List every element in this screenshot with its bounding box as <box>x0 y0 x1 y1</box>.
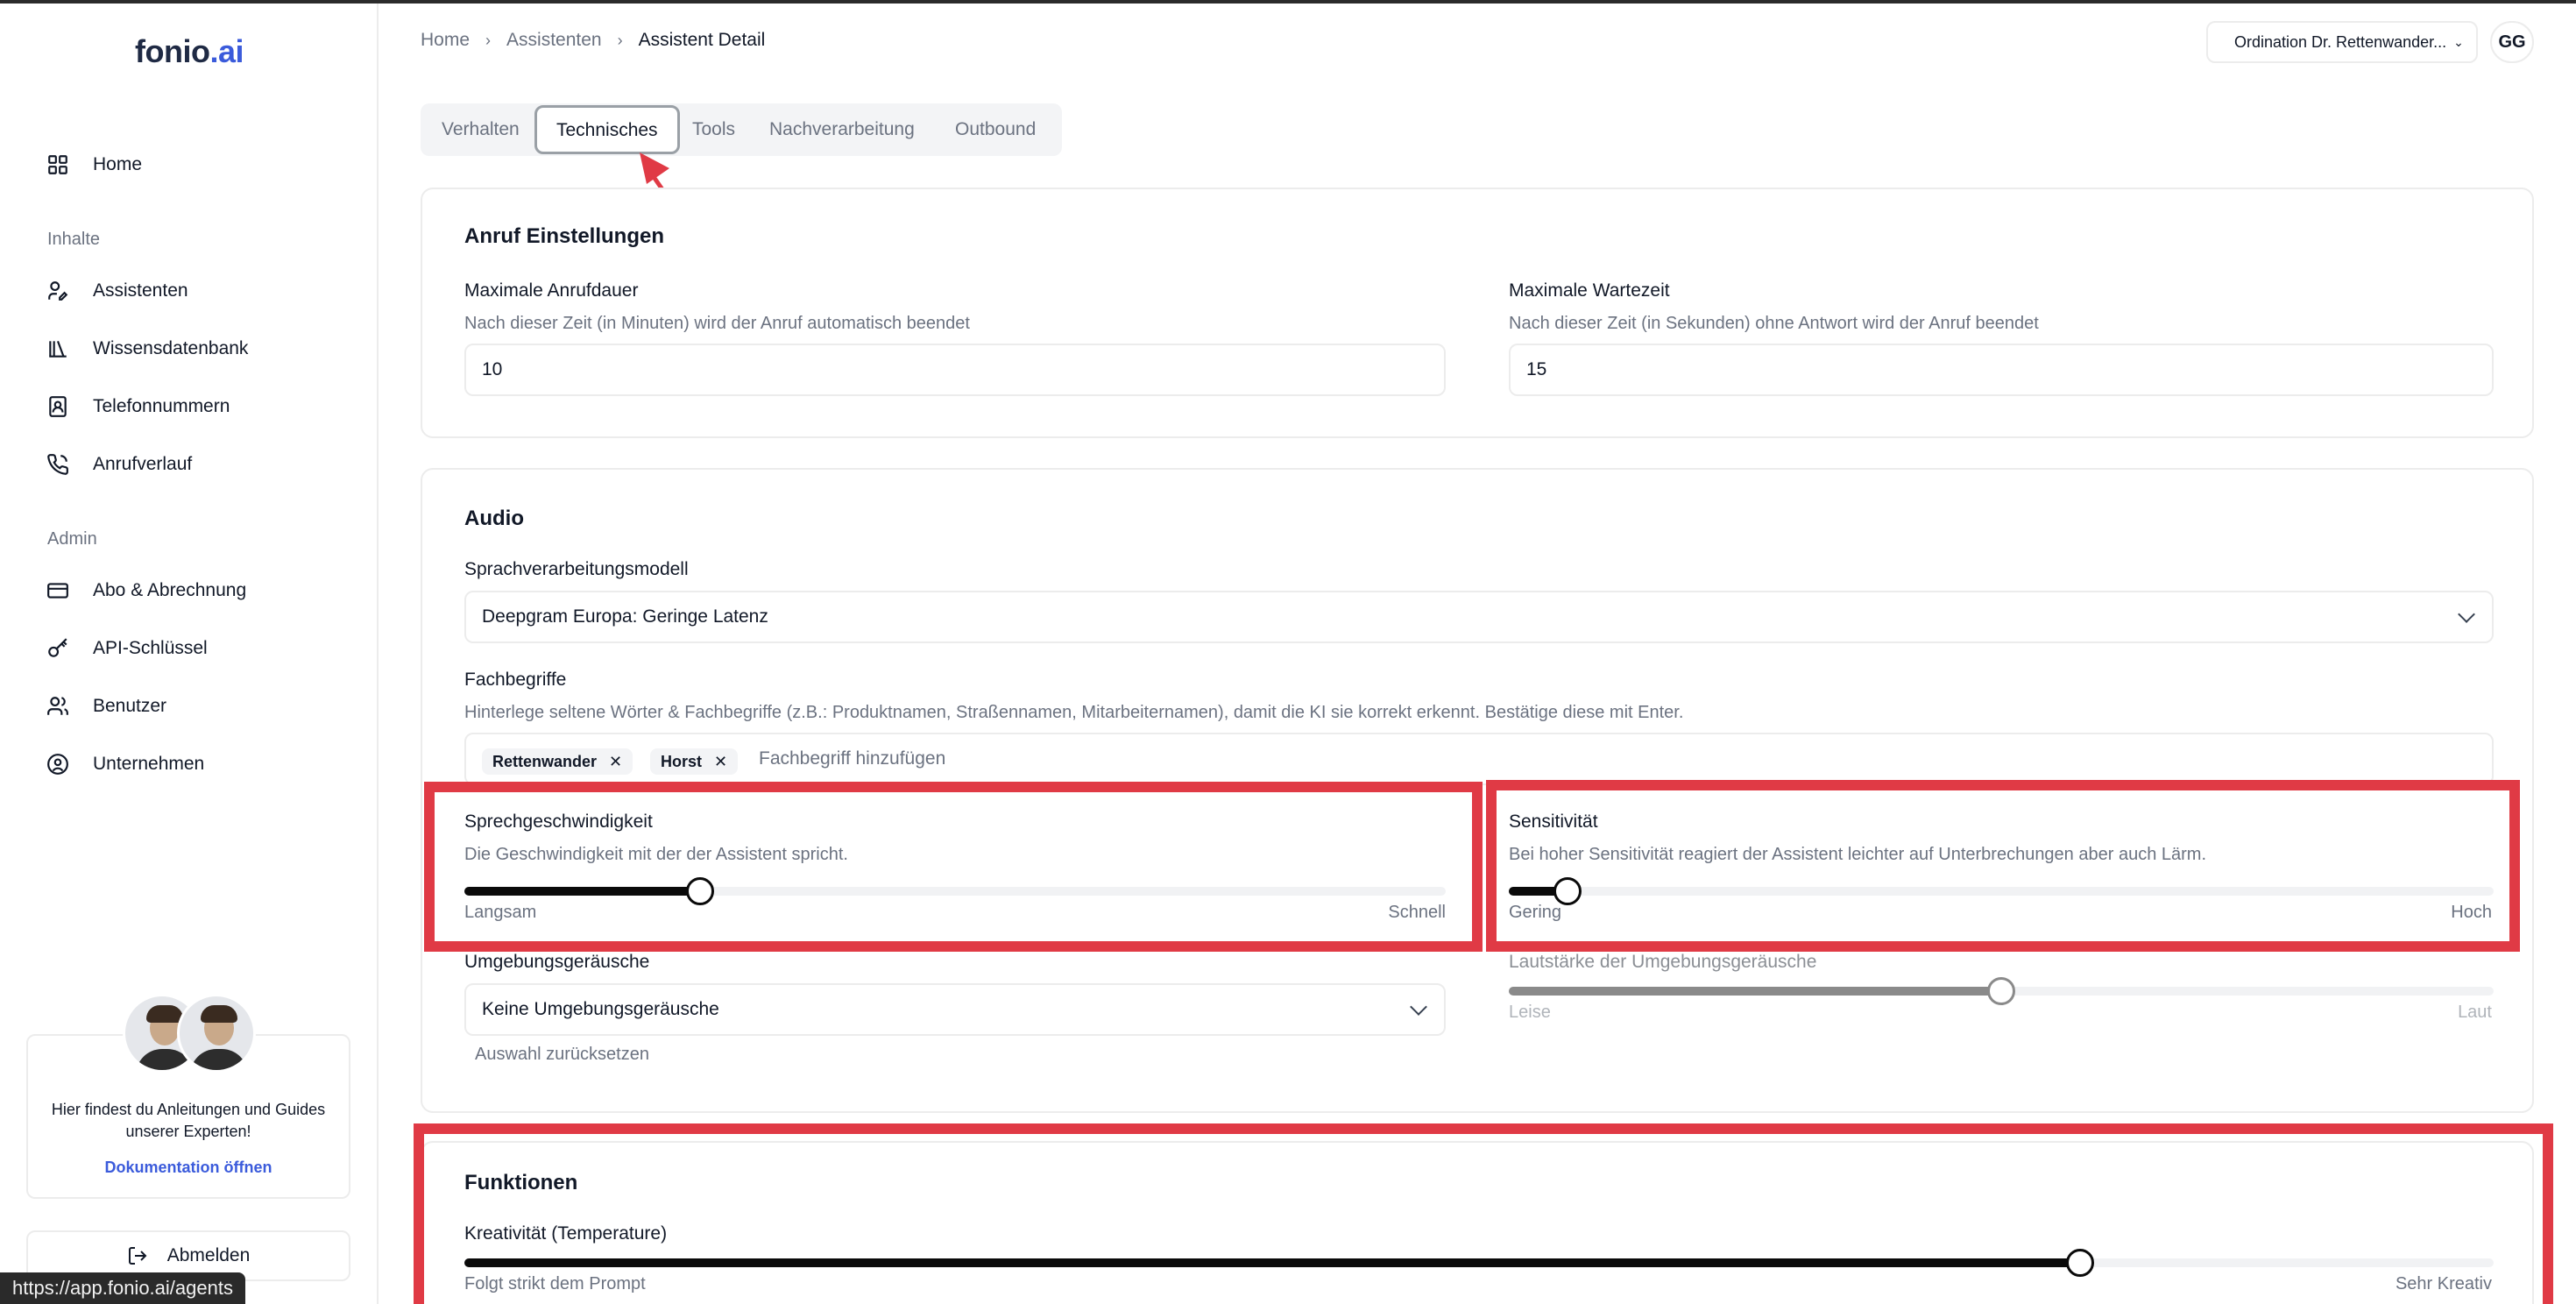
tab-bar: Verhalten Technisches Tools Nachverarbei… <box>421 103 1062 156</box>
sidebar-item-label: Benutzer <box>93 696 167 716</box>
max-wait-input[interactable]: 15 <box>1509 344 2494 396</box>
key-icon <box>46 636 70 661</box>
card-title: Anruf Einstellungen <box>464 224 664 248</box>
breadcrumb-home[interactable]: Home <box>421 30 470 51</box>
sidebar-item-label: Wissensdatenbank <box>93 338 249 358</box>
sidebar-item-api-keys[interactable]: API-Schlüssel <box>46 631 208 666</box>
sidebar-item-label: Telefonnummern <box>93 396 230 416</box>
terms-label: Fachbegriffe <box>464 670 567 690</box>
documentation-text: Hier findest du Anleitungen und Guides u… <box>51 1101 326 1140</box>
annotation-highlight-functions <box>414 1123 2553 1304</box>
chevron-right-icon: › <box>485 31 492 49</box>
logo-ai-text: .ai <box>209 33 244 69</box>
expert-avatars <box>123 994 256 1073</box>
close-icon[interactable]: ✕ <box>609 753 622 770</box>
tab-technical[interactable]: Technisches <box>534 105 680 154</box>
tab-post-processing[interactable]: Nachverarbeitung <box>769 103 915 156</box>
tab-behavior[interactable]: Verhalten <box>442 103 520 156</box>
max-wait-desc: Nach dieser Zeit (in Sekunden) ohne Antw… <box>1509 314 2039 333</box>
sidebar-item-users[interactable]: Benutzer <box>46 689 166 724</box>
avatar <box>177 994 256 1073</box>
user-circle-icon <box>46 752 70 776</box>
sidebar-item-billing[interactable]: Abo & Abrechnung <box>46 573 246 608</box>
tab-tools[interactable]: Tools <box>692 103 735 156</box>
tab-outbound[interactable]: Outbound <box>955 103 1036 156</box>
library-icon <box>46 337 70 361</box>
sidebar-item-assistants[interactable]: Assistenten <box>46 273 188 308</box>
organization-name: Ordination Dr. Rettenwander... <box>2234 32 2447 51</box>
users-icon <box>46 694 70 719</box>
breadcrumb-assistants[interactable]: Assistenten <box>506 30 602 51</box>
volume-min-label: Leise <box>1509 1003 1551 1022</box>
annotation-highlight-speed <box>424 782 1483 952</box>
organization-select[interactable]: Ordination Dr. Rettenwander... ⌄ <box>2206 21 2478 63</box>
terms-input[interactable]: Rettenwander ✕ Horst ✕ Fachbegriff hinzufü… <box>464 733 2494 785</box>
logout-label: Abmelden <box>166 1245 251 1265</box>
slider-fill <box>1509 987 2001 996</box>
breadcrumb: Home › Assistenten › Assistent Detail <box>421 30 765 51</box>
sidebar-item-label: Abo & Abrechnung <box>93 580 247 600</box>
chevron-right-icon: › <box>617 31 623 49</box>
ambient-select[interactable]: Keine Umgebungsgeräusche <box>464 983 1446 1036</box>
logout-icon <box>128 1247 147 1265</box>
grid-icon <box>46 152 70 177</box>
max-duration-label: Maximale Anrufdauer <box>464 280 639 301</box>
ambient-reset-link[interactable]: Auswahl zurücksetzen <box>475 1045 649 1065</box>
documentation-link[interactable]: Dokumentation öffnen <box>28 1159 349 1177</box>
model-label: Sprachverarbeitungsmodell <box>464 559 689 579</box>
ambient-select-value: Keine Umgebungsgeräusche <box>482 999 719 1019</box>
contact-book-icon <box>46 394 70 419</box>
volume-slider[interactable] <box>1509 977 2494 1005</box>
sidebar-item-label: Assistenten <box>93 280 188 301</box>
logo[interactable]: fonio.ai <box>0 33 379 70</box>
slider-thumb[interactable] <box>1987 977 2015 1005</box>
chevron-down-icon <box>1410 998 1427 1016</box>
sidebar: fonio.ai Home Inhalte Assistenten Wissen… <box>0 4 379 1304</box>
model-select-value: Deepgram Europa: Geringe Latenz <box>482 606 768 627</box>
call-settings-card: Anruf Einstellungen Maximale Anrufdauer … <box>421 188 2534 438</box>
term-tag-label: Rettenwander <box>492 753 598 770</box>
card-title: Audio <box>464 507 524 530</box>
ambient-label: Umgebungsgeräusche <box>464 952 650 972</box>
sidebar-item-call-history[interactable]: Anrufverlauf <box>46 447 192 482</box>
chevron-down-icon: ⌄ <box>2453 34 2464 49</box>
sidebar-item-label: Anrufverlauf <box>93 454 193 474</box>
chevron-down-icon <box>2458 606 2475 623</box>
sidebar-item-label: Home <box>93 154 143 174</box>
max-duration-input[interactable]: 10 <box>464 344 1446 396</box>
section-label-content: Inhalte <box>47 230 101 249</box>
volume-label: Lautstärke der Umgebungsgeräusche <box>1509 952 1817 972</box>
status-bar-url: https://app.fonio.ai/agents <box>0 1272 245 1304</box>
credit-card-icon <box>46 578 70 603</box>
phone-history-icon <box>46 452 70 477</box>
model-select[interactable]: Deepgram Europa: Geringe Latenz <box>464 591 2494 643</box>
volume-max-label: Laut <box>2458 1003 2492 1022</box>
close-icon[interactable]: ✕ <box>714 753 727 770</box>
sidebar-item-knowledge-base[interactable]: Wissensdatenbank <box>46 331 248 366</box>
max-wait-label: Maximale Wartezeit <box>1509 280 1670 301</box>
terms-placeholder: Fachbegriff hinzufügen <box>759 748 946 769</box>
annotation-highlight-sensitivity <box>1486 780 2520 952</box>
max-duration-desc: Nach dieser Zeit (in Minuten) wird der A… <box>464 314 970 333</box>
sidebar-item-phone-numbers[interactable]: Telefonnummern <box>46 389 230 424</box>
sidebar-item-label: API-Schlüssel <box>93 638 208 658</box>
term-tag-label: Horst <box>661 753 703 770</box>
term-tag: Rettenwander ✕ <box>482 748 633 775</box>
term-tag: Horst ✕ <box>650 748 739 775</box>
section-label-admin: Admin <box>47 529 97 549</box>
user-pen-icon <box>46 279 70 303</box>
user-avatar[interactable]: GG <box>2490 21 2534 63</box>
sidebar-item-label: Unternehmen <box>93 754 205 774</box>
sidebar-item-company[interactable]: Unternehmen <box>46 747 204 782</box>
breadcrumb-current: Assistent Detail <box>638 30 766 50</box>
logo-text: fonio <box>135 33 210 69</box>
sidebar-item-home[interactable]: Home <box>46 147 142 182</box>
terms-desc: Hinterlege seltene Wörter & Fachbegriffe… <box>464 703 1684 722</box>
